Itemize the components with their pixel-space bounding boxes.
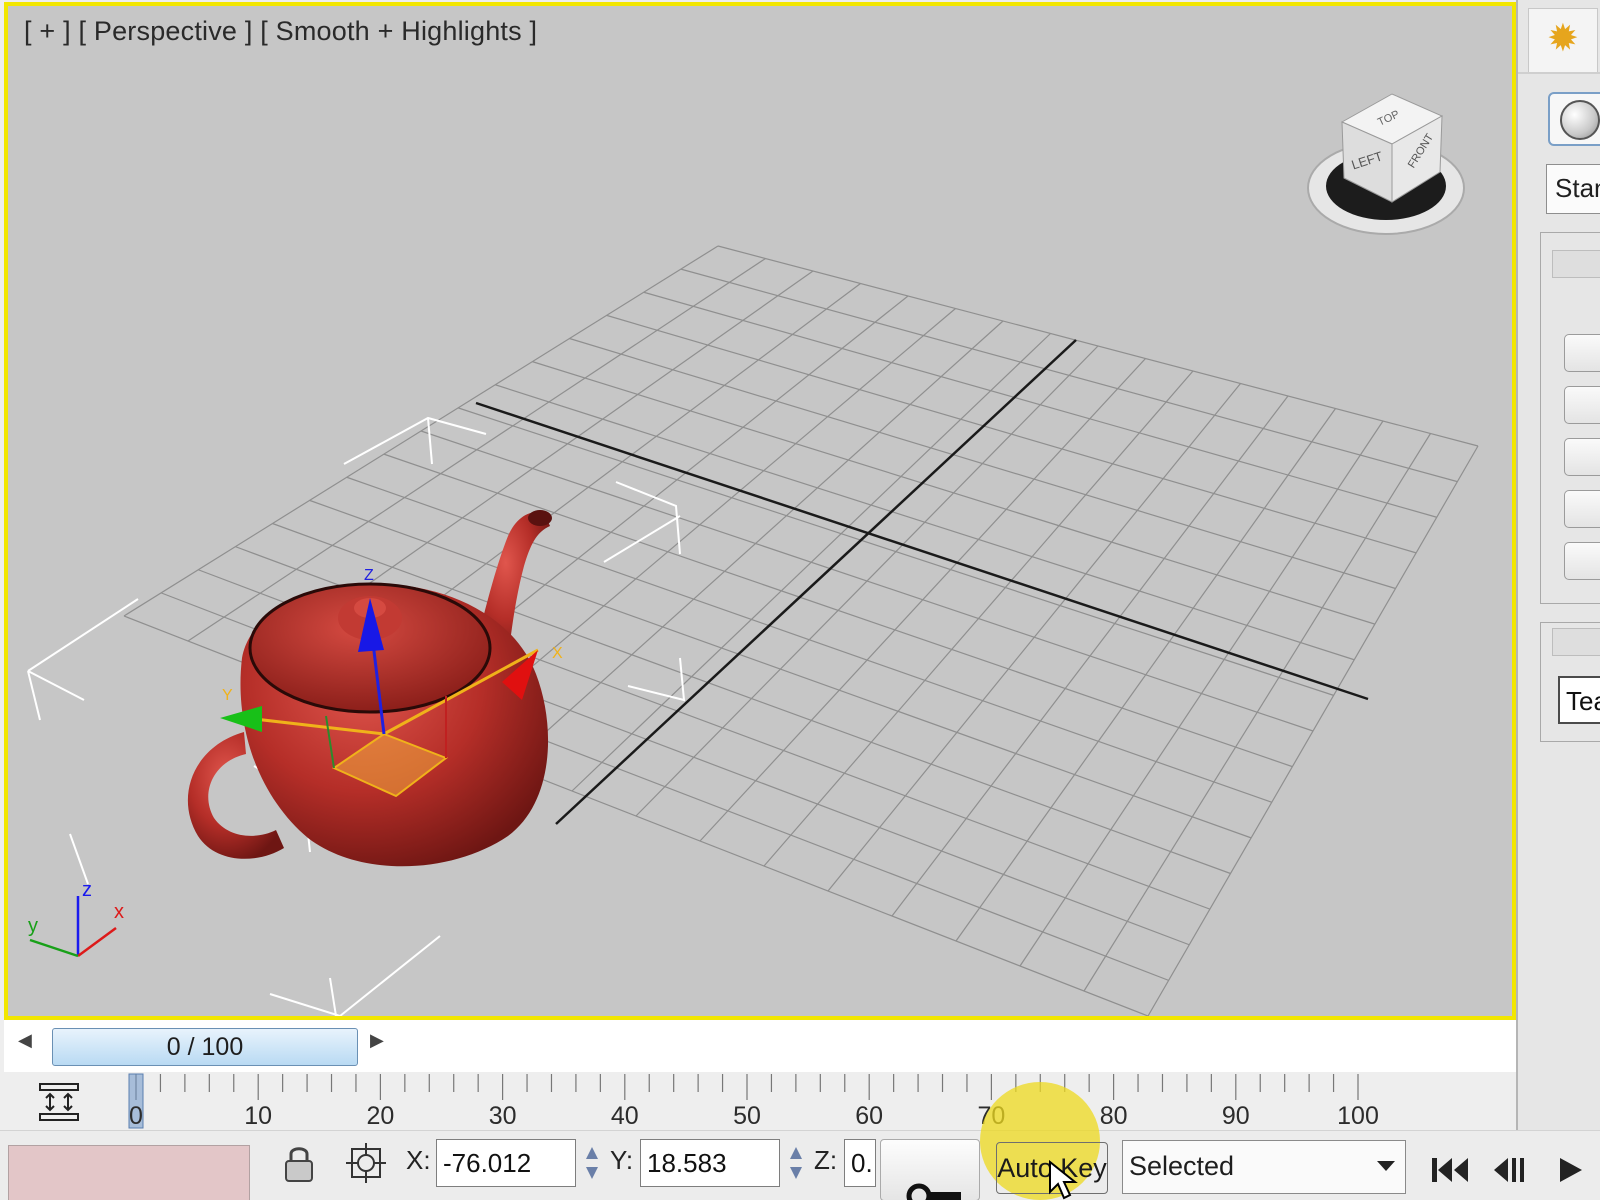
z-coord-field[interactable]: 0. bbox=[844, 1139, 876, 1187]
teapot-object[interactable] bbox=[187, 510, 552, 867]
frame-tick-label: 50 bbox=[733, 1102, 761, 1130]
grid-line bbox=[891, 395, 1289, 917]
x-coord-field[interactable]: -76.012 bbox=[436, 1139, 576, 1187]
grid-line bbox=[955, 408, 1336, 942]
primitive-button-5[interactable] bbox=[1564, 542, 1600, 580]
triangle-right-icon[interactable]: ▶ bbox=[370, 1030, 384, 1051]
maxscript-listener-mini[interactable] bbox=[8, 1145, 250, 1200]
svg-text:y: y bbox=[28, 915, 38, 937]
object-name-field[interactable]: Tea bbox=[1558, 676, 1600, 724]
frame-tick-label: 10 bbox=[244, 1102, 273, 1130]
time-slider[interactable]: ◀ 0 / 100 ▶ bbox=[4, 1020, 1516, 1072]
svg-text:z: z bbox=[82, 879, 92, 901]
frame-tick-label: 100 bbox=[1337, 1102, 1379, 1130]
y-coord-label: Y: bbox=[610, 1145, 634, 1175]
go-to-start-icon[interactable] bbox=[1428, 1150, 1474, 1190]
viewport-label-menu[interactable]: [ + ] [ Perspective ] [ Smooth + Highlig… bbox=[24, 16, 537, 47]
panel-divider bbox=[1518, 72, 1600, 74]
frame-tick-label: 0 bbox=[129, 1102, 143, 1130]
svg-text:Y: Y bbox=[222, 687, 233, 704]
perspective-viewport[interactable]: Z X Y z y x TOP LEFT FRONT [+] [Persp… bbox=[4, 2, 1516, 1020]
triangle-left-icon[interactable]: ◀ bbox=[18, 1030, 32, 1051]
x-coord-spinner[interactable] bbox=[582, 1141, 602, 1185]
absolute-transform-icon[interactable] bbox=[344, 1141, 388, 1185]
primitive-button-3[interactable] bbox=[1564, 438, 1600, 476]
y-coord-field[interactable]: 18.583 bbox=[640, 1139, 780, 1187]
geometry-category-button[interactable] bbox=[1548, 92, 1600, 146]
viewport-scene: Z X Y z y x TOP LEFT FRONT bbox=[27, 93, 1479, 1016]
frame-tick-label: 20 bbox=[366, 1102, 395, 1130]
grid-line bbox=[420, 430, 1314, 732]
chevron-down-icon bbox=[1377, 1161, 1395, 1171]
play-icon[interactable] bbox=[1552, 1150, 1598, 1190]
set-key-button[interactable] bbox=[880, 1139, 980, 1200]
time-slider-thumb[interactable]: 0 / 100 bbox=[52, 1028, 358, 1066]
key-icon bbox=[906, 1183, 961, 1200]
sun-star-icon: ✹ bbox=[1547, 18, 1579, 60]
name-color-rollout-header[interactable] bbox=[1552, 628, 1600, 656]
viewcube[interactable]: TOP LEFT FRONT bbox=[1307, 93, 1465, 235]
key-filter-value: Selected bbox=[1129, 1151, 1235, 1181]
svg-text:X: X bbox=[552, 645, 563, 662]
y-coord-spinner[interactable] bbox=[786, 1141, 806, 1185]
y-axis-arrow[interactable] bbox=[220, 706, 262, 732]
command-panel: ✹ Stan Tea bbox=[1516, 0, 1600, 1200]
frame-tick-label: 60 bbox=[855, 1102, 884, 1130]
mouse-cursor-icon bbox=[1049, 1160, 1078, 1200]
frame-tick-label: 80 bbox=[1099, 1102, 1128, 1130]
track-bar[interactable]: 0102030405060708090100 bbox=[4, 1072, 1516, 1130]
grid-line bbox=[1147, 445, 1479, 1016]
svg-text:Z: Z bbox=[364, 567, 374, 584]
sphere-icon bbox=[1560, 100, 1600, 140]
lock-icon[interactable] bbox=[282, 1143, 316, 1185]
frame-tick-label: 30 bbox=[488, 1102, 517, 1130]
x-coord-label: X: bbox=[406, 1145, 431, 1175]
axis-tripod: z y x bbox=[28, 879, 124, 958]
3dsmax-window: Z X Y z y x TOP LEFT FRONT [+] [Persp… bbox=[0, 0, 1600, 1200]
primitive-button-2[interactable] bbox=[1564, 386, 1600, 424]
primitive-type-dropdown[interactable]: Stan bbox=[1546, 164, 1600, 214]
previous-frame-icon[interactable] bbox=[1490, 1150, 1536, 1190]
create-tab[interactable]: ✹ bbox=[1528, 8, 1598, 72]
svg-text:x: x bbox=[114, 901, 124, 923]
primitive-button-1[interactable] bbox=[1564, 334, 1600, 372]
object-type-rollout-header[interactable] bbox=[1552, 250, 1600, 278]
primitive-button-4[interactable] bbox=[1564, 490, 1600, 528]
key-filter-dropdown[interactable]: Selected bbox=[1122, 1140, 1406, 1194]
frame-tick-label: 40 bbox=[610, 1102, 639, 1130]
frame-tick-label: 90 bbox=[1221, 1102, 1250, 1130]
z-coord-label: Z: bbox=[814, 1145, 838, 1175]
